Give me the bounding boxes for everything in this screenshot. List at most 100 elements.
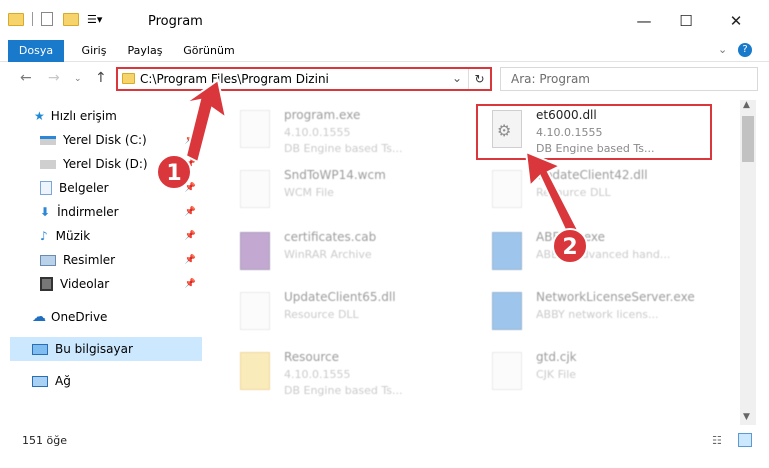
archive-icon (240, 232, 270, 270)
quick-access-toolbar: ☰▾ (8, 12, 102, 26)
pictures-icon (40, 254, 56, 266)
title-bar: ☰▾ Program — ☐ ✕ (0, 0, 769, 40)
ribbon-tabs: Dosya Giriş Paylaş Görünüm ⌄ ? (0, 40, 769, 62)
sidebar-item-music[interactable]: ♪ Müzik 📌 (40, 224, 200, 248)
drive-icon (40, 135, 56, 145)
file-detail: WinRAR Archive (284, 248, 372, 261)
cloud-icon: ☁ (32, 309, 46, 325)
file-name: SndToWP14.wcm (284, 168, 386, 182)
file-name: NetworkLicenseServer.exe (536, 290, 695, 304)
forward-icon[interactable]: → (48, 70, 60, 86)
pin-icon[interactable]: 📌 (185, 207, 196, 217)
scroll-thumb[interactable] (742, 116, 754, 162)
tab-giris[interactable]: Giriş (70, 40, 118, 62)
sidebar-item-onedrive[interactable]: ☁ OneDrive (32, 305, 202, 329)
file-detail: CJK File (536, 368, 577, 381)
file-detail: Resource DLL (284, 308, 359, 321)
sidebar-item-disk-c[interactable]: Yerel Disk (C:) 📌 (40, 128, 200, 152)
documents-icon (40, 181, 52, 195)
sidebar-item-label: Yerel Disk (C:) (63, 133, 147, 147)
scroll-up-icon[interactable]: ▲ (743, 100, 750, 110)
drive-icon (40, 159, 56, 169)
app-icon (492, 232, 522, 270)
file-icon (240, 170, 270, 208)
back-icon[interactable]: ← (20, 70, 32, 86)
sidebar-item-this-pc[interactable]: Bu bilgisayar (10, 337, 202, 361)
list-item[interactable]: UpdateClient65.dll Resource DLL (224, 284, 474, 342)
list-item[interactable]: ABBYY...exe ABBYY advanced hand... (476, 224, 726, 282)
file-detail: DB Engine based Ts... (284, 142, 403, 155)
folder-icon (240, 352, 270, 390)
download-icon: ⬇ (40, 205, 51, 219)
list-item[interactable]: program.exe 4.10.0.1555 DB Engine based … (224, 102, 474, 160)
vertical-scrollbar[interactable]: ▲ ▼ (740, 100, 756, 425)
help-icon[interactable]: ? (738, 43, 752, 57)
recent-chevron-icon[interactable]: ⌄ (74, 74, 82, 84)
file-name: UpdateClient42.dll (536, 168, 648, 182)
pin-icon[interactable]: 📌 (185, 231, 196, 241)
chevron-down-icon[interactable]: ⌄ (452, 71, 462, 85)
sidebar-item-network[interactable]: Ağ (32, 369, 202, 393)
up-icon[interactable]: ↑ (95, 70, 107, 86)
folder-icon (122, 73, 135, 84)
sidebar-item-label: Müzik (55, 229, 91, 243)
list-item[interactable]: SndToWP14.wcm WCM File (224, 162, 474, 220)
file-detail: 4.10.0.1555 (284, 126, 351, 139)
address-bar[interactable]: C:\Program Files\Program Dizini ⌄ ↻ (116, 67, 492, 91)
tiles-view-icon[interactable] (738, 433, 752, 447)
list-item[interactable]: certificates.cab WinRAR Archive (224, 224, 474, 282)
close-button[interactable]: ✕ (716, 8, 756, 34)
star-icon: ★ (34, 109, 45, 123)
list-item[interactable]: NetworkLicenseServer.exe ABBY network li… (476, 284, 726, 342)
search-placeholder: Ara: Program (511, 72, 590, 86)
file-name: UpdateClient65.dll (284, 290, 396, 304)
file-name: certificates.cab (284, 230, 377, 244)
new-folder-icon[interactable] (63, 12, 79, 26)
list-item[interactable]: Resource 4.10.0.1555 DB Engine based Ts.… (224, 344, 474, 402)
file-detail: Resource DLL (536, 186, 611, 199)
sidebar-item-label: Yerel Disk (D:) (63, 157, 148, 171)
sidebar-item-pictures[interactable]: Resimler 📌 (40, 248, 200, 272)
sidebar-item-quick-access[interactable]: ★ Hızlı erişim (34, 104, 194, 128)
sidebar-item-label: Ağ (55, 374, 71, 388)
annotation-badge-2: 2 (552, 228, 588, 264)
file-name: program.exe (284, 108, 361, 122)
computer-icon (32, 343, 48, 355)
sidebar-item-label: Hızlı erişim (50, 109, 117, 123)
network-icon (32, 375, 48, 387)
list-item[interactable]: gtd.cjk CJK File (476, 344, 726, 402)
view-icon[interactable]: ☰▾ (87, 13, 102, 26)
scroll-down-icon[interactable]: ▼ (743, 412, 750, 422)
properties-icon[interactable] (41, 12, 53, 26)
tab-paylas[interactable]: Paylaş (120, 40, 170, 62)
dll-gear-icon (240, 292, 270, 330)
tab-dosya[interactable]: Dosya (8, 40, 64, 62)
sidebar-item-label: Resimler (63, 253, 116, 267)
file-name: gtd.cjk (536, 350, 577, 364)
navigation-pane: ★ Hızlı erişim Yerel Disk (C:) 📌 Yerel D… (0, 100, 210, 420)
annotation-badge-1: 1 (156, 154, 192, 190)
exe-file-icon (240, 110, 270, 148)
tab-gorunum[interactable]: Görünüm (176, 40, 242, 62)
maximize-button[interactable]: ☐ (666, 8, 706, 34)
window-title: Program (148, 14, 203, 29)
dll-gear-icon (492, 170, 522, 208)
sidebar-item-label: OneDrive (51, 310, 108, 324)
chevron-down-icon[interactable]: ⌄ (718, 43, 727, 56)
selection-highlight (476, 104, 712, 160)
list-item[interactable]: UpdateClient42.dll Resource DLL (476, 162, 726, 220)
file-name: Resource (284, 350, 340, 364)
item-count: 151 öğe (22, 434, 67, 447)
sidebar-item-videos[interactable]: Videolar 📌 (40, 272, 200, 296)
minimize-button[interactable]: — (624, 8, 664, 34)
pin-icon[interactable]: 📌 (185, 279, 196, 289)
file-detail: DB Engine based Ts... (284, 384, 403, 397)
details-view-icon[interactable]: ☷ (712, 434, 722, 447)
pin-icon[interactable]: 📌 (185, 135, 196, 145)
pin-icon[interactable]: 📌 (185, 255, 196, 265)
search-input[interactable]: Ara: Program (500, 67, 758, 91)
file-detail: ABBY network licens... (536, 308, 659, 321)
refresh-icon[interactable]: ↻ (468, 69, 490, 89)
sidebar-item-downloads[interactable]: ⬇ İndirmeler 📌 (40, 200, 200, 224)
sidebar-item-label: Bu bilgisayar (55, 342, 133, 356)
